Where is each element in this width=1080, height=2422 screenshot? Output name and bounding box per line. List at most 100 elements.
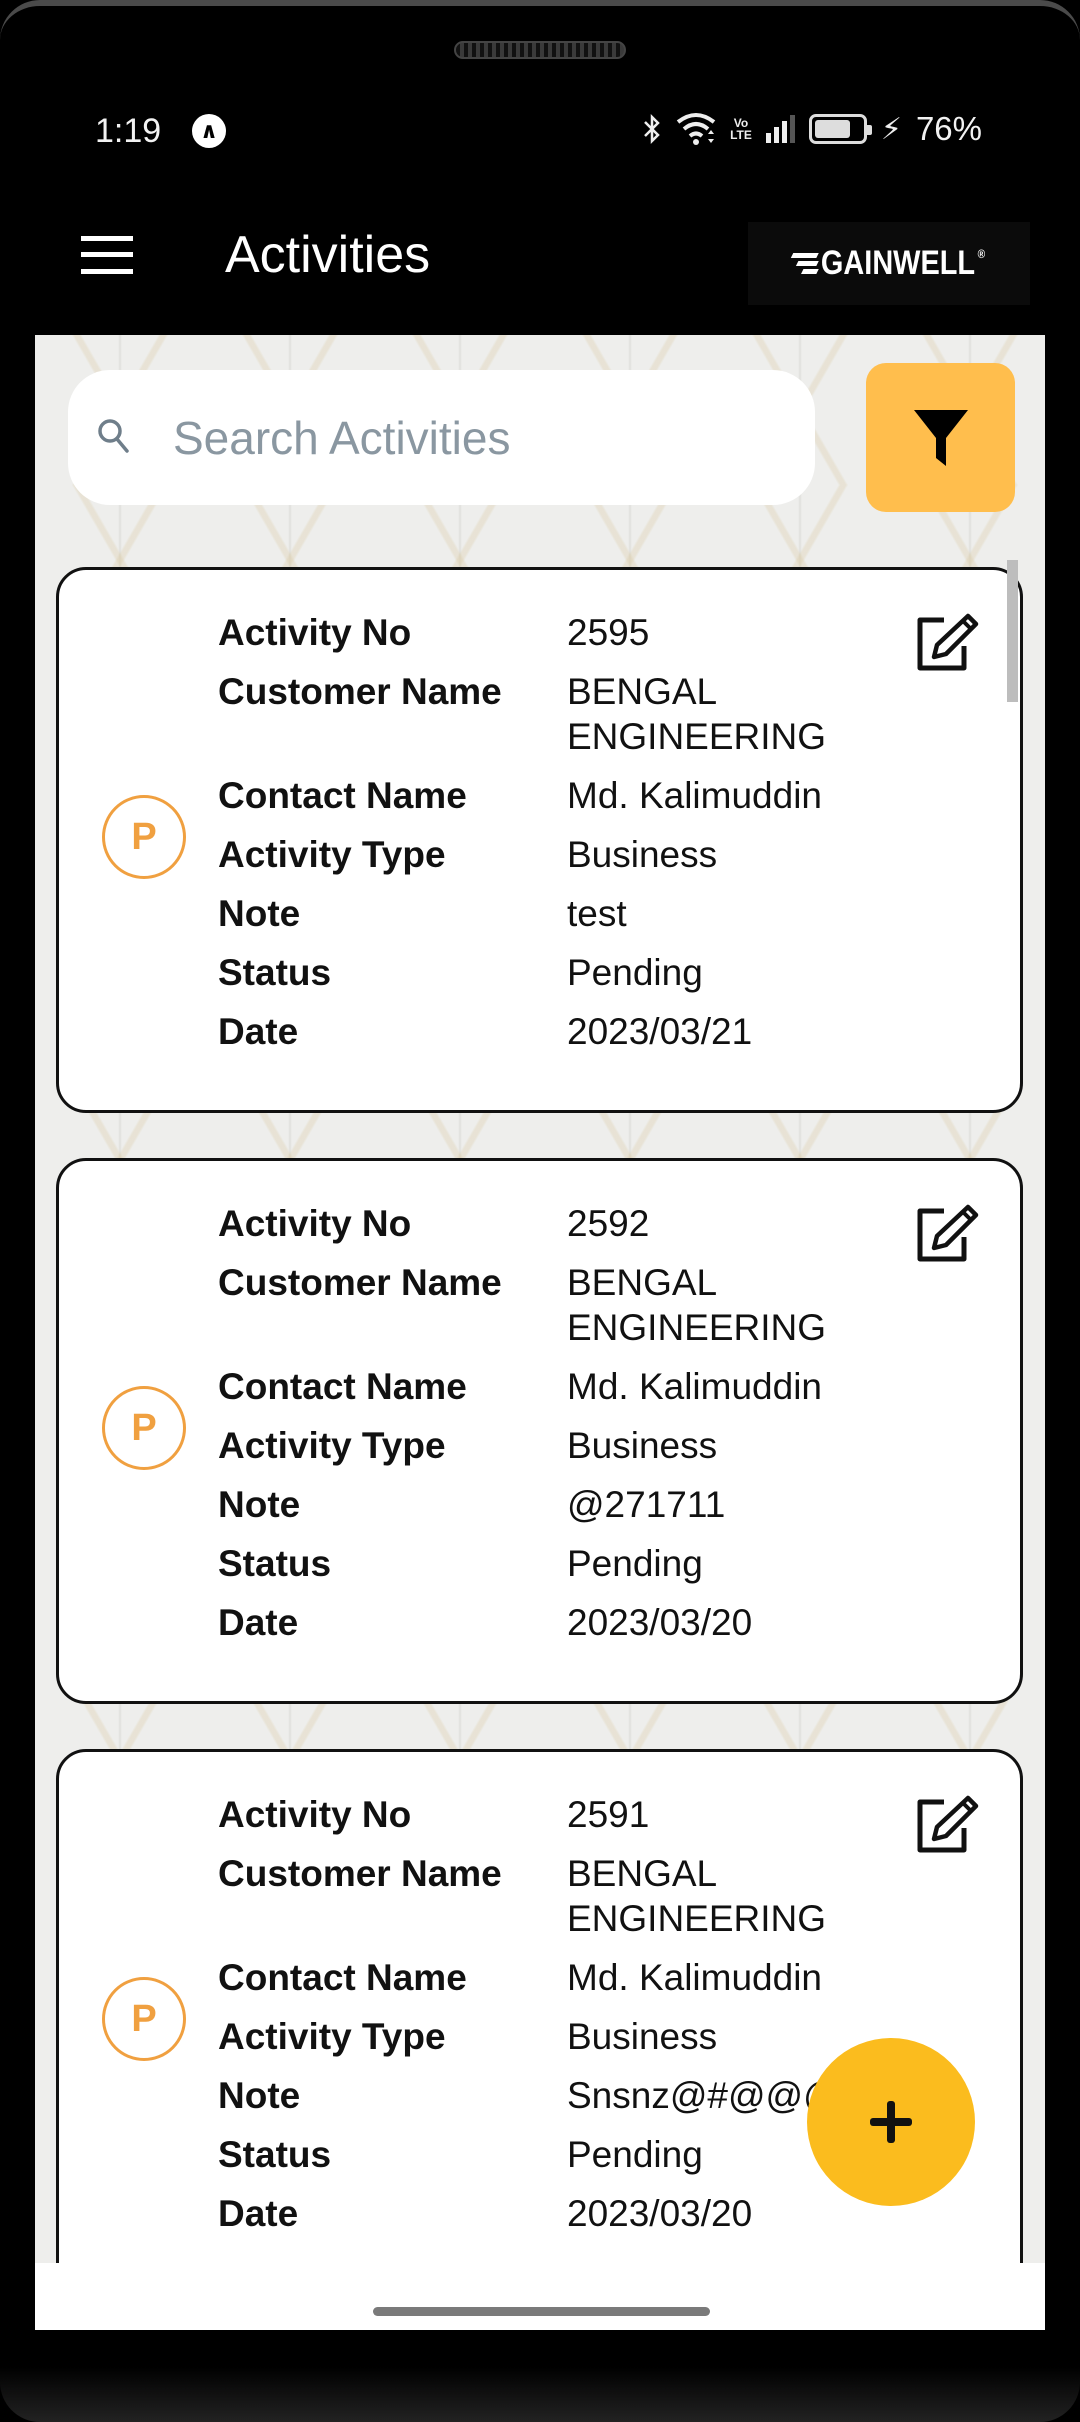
activity-card[interactable]: P Activity No 2595 Customer Name BENGAL EN… [56,567,1023,1113]
edit-button[interactable] [914,612,980,672]
value: 2023/03/20 [567,1602,753,1643]
battery-percent: 76% [915,110,982,147]
row-note: Note Snsnz@#@@@ [218,2073,900,2118]
search-bar[interactable] [68,370,815,505]
volte-icon: Vo LTE [730,117,752,141]
row-customer-name: Customer Name BENGAL ENGINEERING [218,1851,900,1941]
label: Customer Name [218,1262,502,1303]
scrollbar[interactable] [1007,560,1018,702]
label: Activity Type [218,2016,446,2057]
label: Date [218,1602,299,1643]
wifi-icon [676,113,716,145]
status-icons: Vo LTE ⚡︎ 76% [642,110,982,148]
status-avatar: P [102,1977,186,2061]
edit-icon [917,1204,979,1262]
row-status: Status Pending [218,2132,900,2177]
activity-details: Activity No 2591 Customer Name BENGAL ENGI… [218,1792,900,2250]
value: 2591 [567,1794,650,1835]
label: Activity Type [218,1425,446,1466]
value: BENGAL ENGINEERING [567,671,827,757]
label: Customer Name [218,671,502,712]
home-gesture-handle[interactable] [373,2307,710,2316]
value: Md. Kalimuddin [567,1366,823,1407]
search-icon [98,419,129,453]
value: Md. Kalimuddin [567,775,823,816]
filter-funnel-icon [913,409,968,466]
logo-wing-icon [791,250,820,277]
gainwell-logo: GAINWELL ® [748,222,1030,305]
value: BENGAL ENGINEERING [567,1853,827,1939]
value: @271711 [567,1484,726,1525]
value: BENGAL ENGINEERING [567,1262,827,1348]
label: Date [218,1011,299,1052]
label: Note [218,893,301,934]
activity-details: Activity No 2592 Customer Name BENGAL ENGI… [218,1201,900,1659]
label: Contact Name [218,1366,467,1407]
label: Note [218,2075,301,2116]
value: Pending [567,1543,703,1584]
battery-icon [808,114,872,144]
value: Pending [567,2134,703,2175]
row-activity-no: Activity No 2591 [218,1792,900,1837]
filter-button[interactable] [866,363,1015,512]
signal-icon [765,115,795,143]
label: Date [218,2193,299,2234]
row-status: Status Pending [218,950,900,995]
value: 2592 [567,1203,650,1244]
value: Business [567,2016,718,2057]
label: Customer Name [218,1853,502,1894]
row-contact-name: Contact Name Md. Kalimuddin [218,773,900,818]
logo-text-wrap: GAINWELL ® [791,244,986,283]
row-date: Date 2023/03/20 [218,2191,900,2236]
charging-icon: ⚡︎ [880,112,902,146]
label: Activity No [218,1203,412,1244]
label: Contact Name [218,775,467,816]
label: Status [218,1543,332,1584]
label: Activity No [218,1794,412,1835]
activity-card[interactable]: P Activity No 2591 Customer Name BENGAL EN… [56,1749,1023,2293]
plus-icon [870,2101,912,2143]
label: Activity Type [218,834,446,875]
row-note: Note test [218,891,900,936]
row-status: Status Pending [218,1541,900,1586]
row-activity-no: Activity No 2592 [218,1201,900,1246]
logo-text: GAINWELL [821,244,976,282]
value: Pending [567,952,703,993]
row-activity-type: Activity Type Business [218,1423,900,1468]
label: Status [218,952,332,993]
row-activity-type: Activity Type Business [218,2014,900,2059]
battery-level-fill [814,120,850,138]
hamburger-menu-icon[interactable] [81,236,133,276]
row-date: Date 2023/03/21 [218,1009,900,1054]
activities-content: P Activity No 2595 Customer Name BENGAL EN… [35,335,1045,2293]
value: Business [567,1425,718,1466]
row-customer-name: Customer Name BENGAL ENGINEERING [218,1260,900,1350]
volte-bottom-text: LTE [730,128,752,142]
row-date: Date 2023/03/20 [218,1600,900,1645]
status-bar: 1:19 ∧ Vo LTE ⚡︎ 76% [35,100,1045,166]
label: Status [218,2134,332,2175]
label: Contact Name [218,1957,467,1998]
row-note: Note @271711 [218,1482,900,1527]
app-bar: Activities GAINWELL ® [35,200,1045,335]
row-contact-name: Contact Name Md. Kalimuddin [218,1955,900,2000]
search-input[interactable] [173,400,773,475]
value: test [567,893,627,934]
status-time: 1:19 [95,112,162,150]
row-activity-no: Activity No 2595 [218,610,900,655]
row-activity-type: Activity Type Business [218,832,900,877]
bluetooth-icon [644,113,660,145]
edit-icon [917,1795,979,1853]
value: 2023/03/20 [567,2193,753,2234]
status-avatar: P [102,795,186,879]
a-circle-icon: ∧ [192,114,226,148]
status-avatar: P [102,1386,186,1470]
row-customer-name: Customer Name BENGAL ENGINEERING [218,669,900,759]
add-activity-button[interactable] [807,2038,975,2206]
activity-card[interactable]: P Activity No 2592 Customer Name BENGAL EN… [56,1158,1023,1704]
edit-icon [917,613,979,671]
system-nav-bar [35,2263,1045,2330]
value: Md. Kalimuddin [567,1957,823,1998]
edit-button[interactable] [914,1203,980,1263]
edit-button[interactable] [914,1794,980,1854]
